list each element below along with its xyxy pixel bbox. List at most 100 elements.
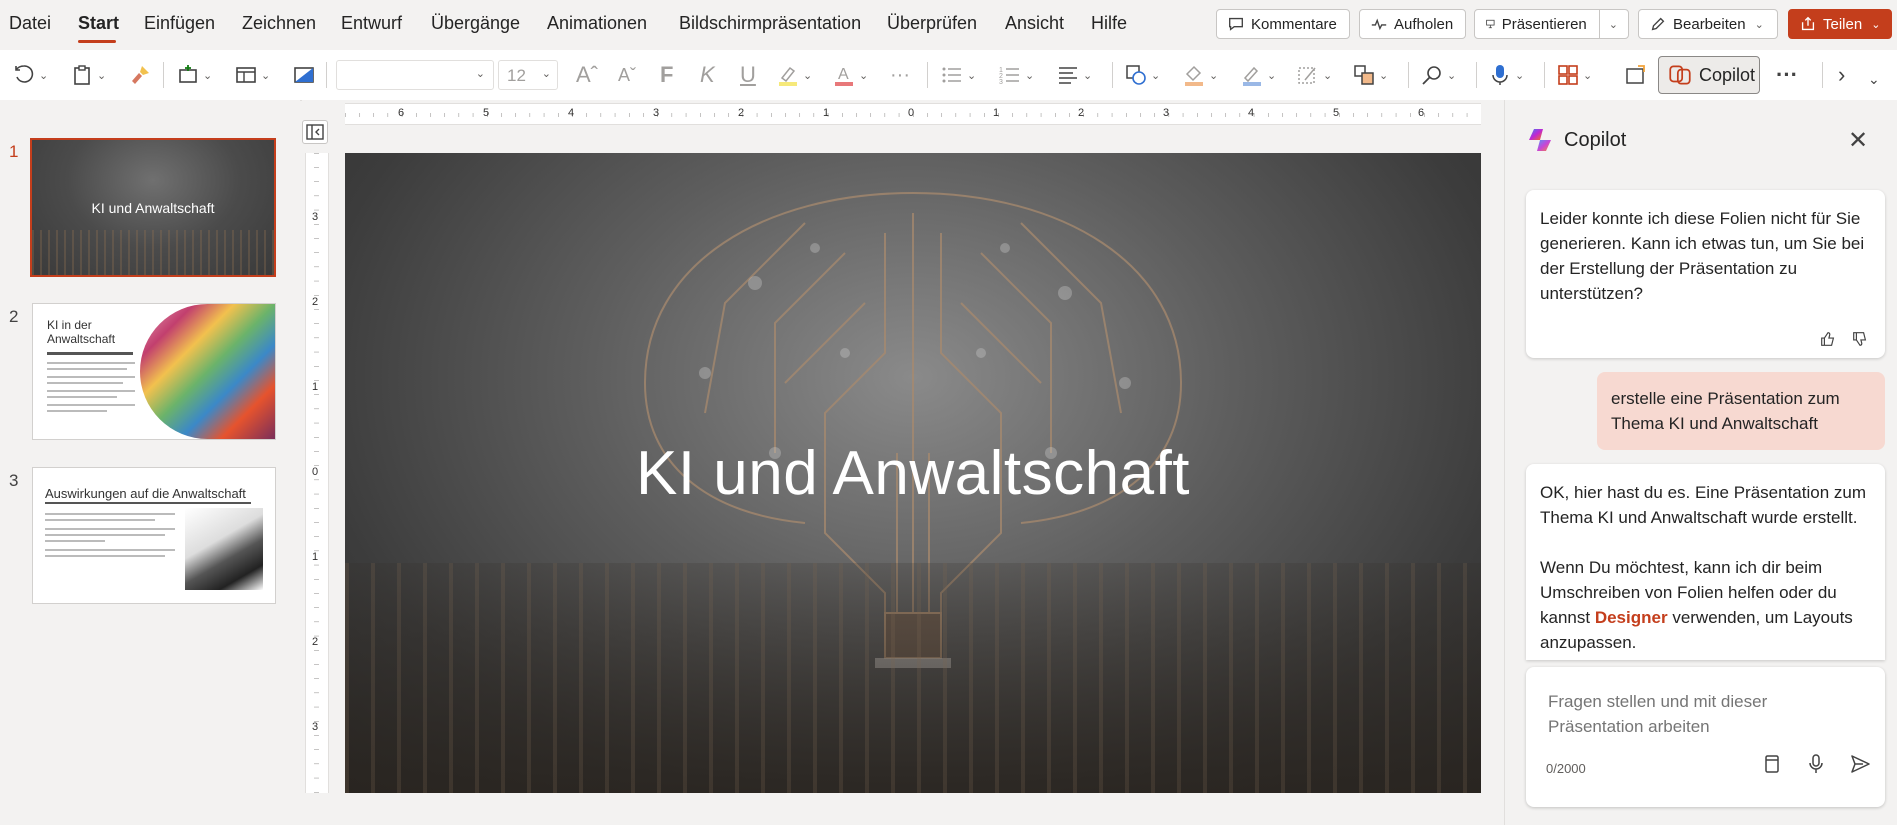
- more-font-options-button[interactable]: ···: [890, 60, 910, 90]
- ruler-label: 6: [1418, 107, 1425, 119]
- menu-start[interactable]: Start: [78, 13, 119, 34]
- designer-button[interactable]: [1624, 60, 1648, 90]
- shrink-font-icon: Aˇ: [618, 64, 636, 85]
- close-icon[interactable]: ✕: [1848, 126, 1868, 155]
- catchup-button[interactable]: Aufholen: [1359, 9, 1466, 39]
- menu-ueberpruefen[interactable]: Überprüfen: [887, 13, 977, 34]
- slide-title[interactable]: KI und Anwaltschaft: [345, 438, 1481, 509]
- menu-zeichnen[interactable]: Zeichnen: [242, 13, 316, 34]
- shape-outline-button[interactable]: ⌄: [1240, 60, 1276, 90]
- thumbnail-image: [185, 508, 263, 590]
- font-name-input[interactable]: ⌄: [336, 60, 494, 90]
- ruler-label: 1: [312, 551, 319, 563]
- bold-button[interactable]: F: [660, 60, 673, 90]
- share-icon: [1801, 16, 1815, 31]
- bold-icon: F: [660, 62, 674, 87]
- panel-collapse-icon: [306, 124, 324, 140]
- layout-button[interactable]: ⌄: [234, 60, 270, 90]
- ribbon-expand-button[interactable]: ⌄: [1868, 64, 1880, 94]
- more-options-button[interactable]: ···: [1776, 60, 1798, 90]
- prompt-guide-icon[interactable]: [1761, 753, 1783, 775]
- numbering-button[interactable]: 1 2 3 ⌄: [998, 60, 1034, 90]
- chevron-down-icon: ⌄: [1868, 70, 1880, 87]
- background-button[interactable]: [292, 60, 316, 90]
- underline-button[interactable]: U: [740, 60, 756, 90]
- shapes-button[interactable]: ⌄: [1124, 60, 1160, 90]
- shape-effects-button[interactable]: ⌄: [1296, 60, 1332, 90]
- slide-thumbnail-1[interactable]: KI und Anwaltschaft: [30, 138, 276, 277]
- ruler-label: 3: [312, 721, 319, 733]
- highlight-button[interactable]: ⌄: [776, 60, 812, 90]
- menu-einfuegen[interactable]: Einfügen: [144, 13, 215, 34]
- font-color-button[interactable]: A ⌄: [832, 60, 868, 90]
- ruler-label: 1: [823, 107, 830, 119]
- designer-icon: [1626, 65, 1645, 84]
- ruler-label: 5: [1333, 107, 1340, 119]
- find-button[interactable]: ⌄: [1420, 60, 1456, 90]
- clipboard-icon: [74, 65, 90, 85]
- italic-button[interactable]: K: [700, 60, 715, 90]
- edit-mode-button[interactable]: Bearbeiten ⌄: [1638, 9, 1778, 39]
- thumbs-down-icon[interactable]: [1851, 330, 1869, 348]
- increase-font-button[interactable]: Aˆ: [576, 60, 598, 90]
- font-size-input[interactable]: 12 ⌄: [498, 60, 558, 90]
- arrange-button[interactable]: ⌄: [1352, 60, 1388, 90]
- ribbon-scroll-right-button[interactable]: ›: [1838, 60, 1845, 90]
- more-icon: ···: [1776, 62, 1798, 87]
- paste-button[interactable]: ⌄: [70, 60, 106, 90]
- bullet-list-icon: [942, 67, 961, 83]
- numbered-list-icon: 123: [999, 67, 1019, 86]
- copilot-ribbon-button[interactable]: Copilot: [1658, 56, 1760, 94]
- highlighter-icon: [779, 66, 797, 86]
- slide-number: 2: [9, 307, 19, 326]
- slide-thumbnail-2[interactable]: KI in der Anwaltschaft: [32, 303, 276, 440]
- decrease-font-button[interactable]: Aˇ: [618, 60, 636, 90]
- menu-animationen[interactable]: Animationen: [547, 13, 647, 34]
- menu-bar: Datei Start Einfügen Zeichnen Entwurf Üb…: [0, 0, 1897, 50]
- new-slide-button[interactable]: ⌄: [176, 60, 212, 90]
- align-button[interactable]: ⌄: [1056, 60, 1092, 90]
- copilot-prompt-input[interactable]: [1546, 687, 1850, 741]
- undo-button[interactable]: ⌄: [12, 60, 48, 90]
- chevron-down-icon: ⌄: [475, 68, 485, 80]
- brush-icon: [132, 66, 149, 84]
- slide-thumbnail-3[interactable]: Auswirkungen auf die Anwaltschaft: [32, 467, 276, 604]
- microphone-icon: [1492, 65, 1508, 85]
- menu-ansicht[interactable]: Ansicht: [1005, 13, 1064, 34]
- format-painter-button[interactable]: [128, 60, 152, 90]
- arrange-icon: [1354, 65, 1374, 85]
- menu-uebergaenge[interactable]: Übergänge: [431, 13, 520, 34]
- message-text: erstelle eine Präsentation zum Thema KI …: [1611, 389, 1840, 433]
- ruler-label: 1: [993, 107, 1000, 119]
- comments-button[interactable]: Kommentare: [1216, 9, 1350, 39]
- menu-datei[interactable]: Datei: [9, 13, 51, 34]
- grow-font-icon: Aˆ: [576, 62, 598, 87]
- present-button[interactable]: Präsentieren ⌄: [1474, 9, 1629, 39]
- ruler-label: 3: [312, 211, 319, 223]
- chevron-down-icon: ⌄: [1871, 18, 1881, 31]
- effects-icon: [1298, 67, 1316, 84]
- share-button[interactable]: Teilen ⌄: [1788, 9, 1892, 39]
- outline-pen-icon: [1243, 66, 1261, 86]
- menu-entwurf[interactable]: Entwurf: [341, 13, 402, 34]
- bullets-button[interactable]: ⌄: [940, 60, 976, 90]
- present-label: Präsentieren: [1501, 15, 1587, 33]
- message-text: Leider konnte ich diese Folien nicht für…: [1540, 209, 1865, 303]
- slide-canvas[interactable]: KI und Anwaltschaft: [345, 153, 1481, 793]
- copilot-icon: [1669, 65, 1691, 85]
- dictate-button[interactable]: ⌄: [1488, 60, 1524, 90]
- catchup-label: Aufholen: [1394, 15, 1454, 33]
- collapse-thumbnails-button[interactable]: [302, 120, 328, 144]
- ruler-label: 0: [312, 466, 319, 478]
- shape-fill-button[interactable]: ⌄: [1182, 60, 1218, 90]
- menu-bildschirmpraesentation[interactable]: Bildschirmpräsentation: [679, 13, 861, 34]
- menu-hilfe[interactable]: Hilfe: [1091, 13, 1127, 34]
- microphone-icon[interactable]: [1805, 753, 1827, 775]
- thumbs-up-icon[interactable]: [1819, 330, 1837, 348]
- send-icon[interactable]: [1849, 753, 1871, 775]
- ruler-label: 4: [1248, 107, 1255, 119]
- present-dropdown-chevron-icon[interactable]: ⌄: [1609, 18, 1618, 31]
- add-ins-button[interactable]: ⌄: [1556, 60, 1592, 90]
- designer-link[interactable]: Designer: [1595, 608, 1668, 627]
- edit-label: Bearbeiten: [1673, 15, 1746, 33]
